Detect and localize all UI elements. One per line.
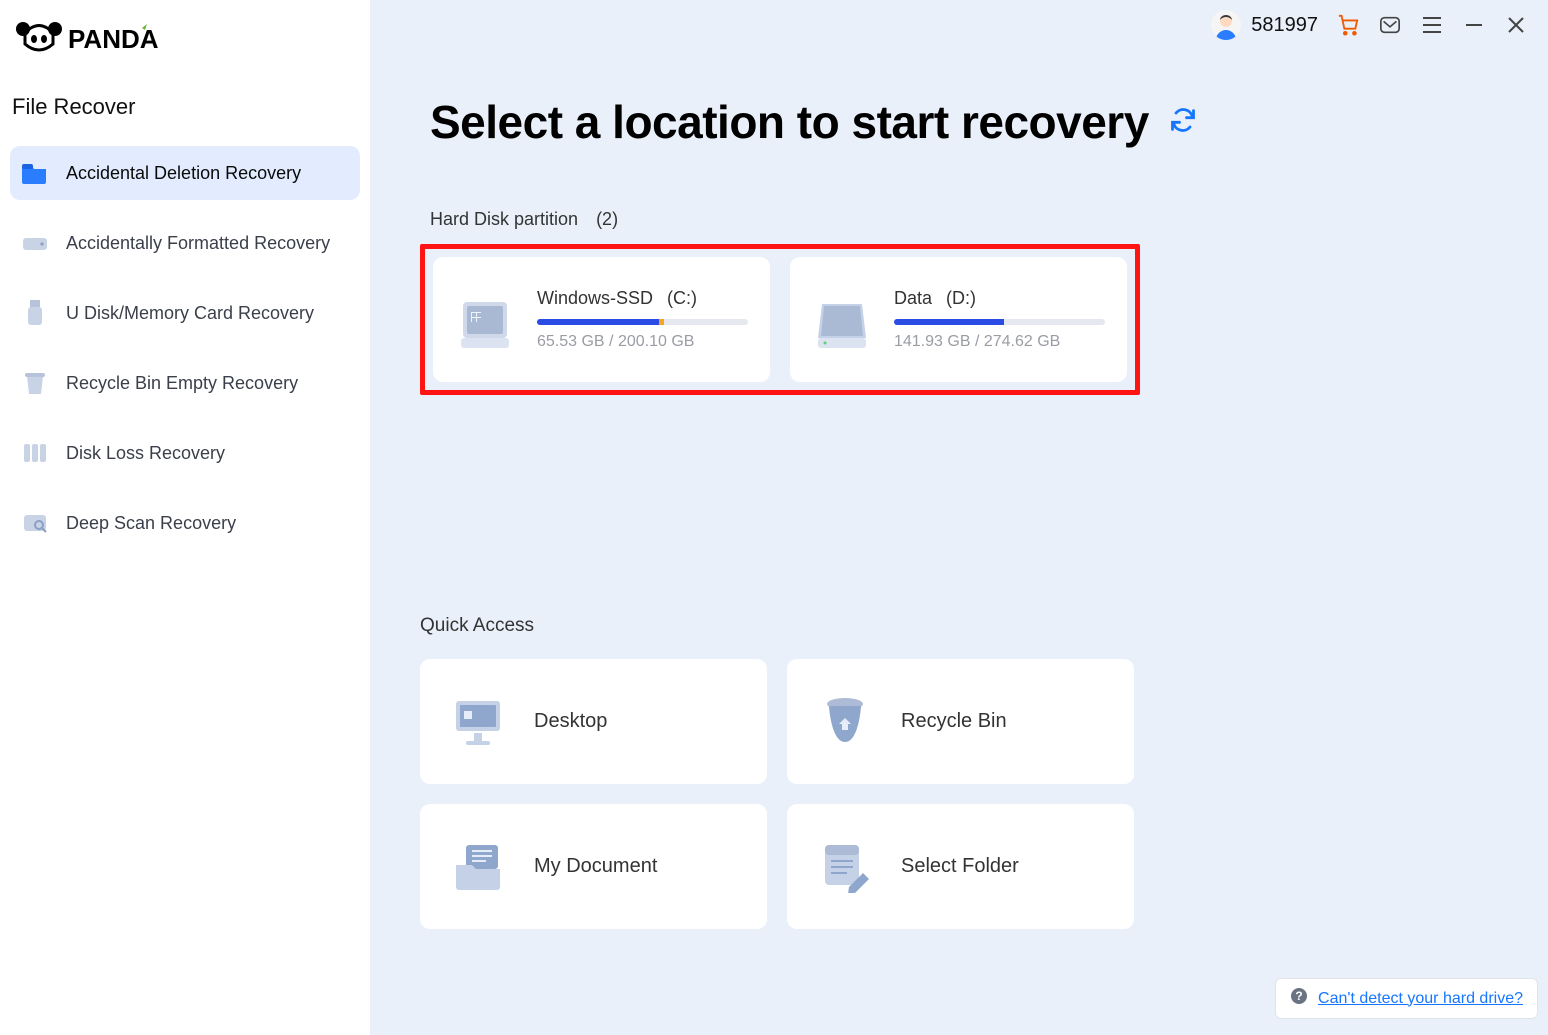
drive-icon: [22, 230, 48, 256]
partition-card-d[interactable]: Data (D:) 141.93 GB / 274.62 GB: [790, 257, 1127, 382]
partitions-count: (2): [596, 209, 618, 230]
partition-letter: (C:): [667, 288, 697, 309]
sidebar-item-recyclebin[interactable]: Recycle Bin Empty Recovery: [10, 356, 360, 410]
quick-label: Desktop: [534, 710, 607, 733]
partition-size: 141.93 GB / 274.62 GB: [894, 333, 1105, 351]
desktop-icon: [452, 696, 504, 748]
quick-access-grid: Desktop Recycle Bin My Document Select F…: [420, 659, 1498, 929]
svg-text:?: ?: [1295, 989, 1302, 1003]
quick-desktop[interactable]: Desktop: [420, 659, 767, 784]
help-pill[interactable]: ? Can't detect your hard drive?: [1275, 978, 1538, 1019]
menu-icon[interactable]: [1420, 13, 1444, 37]
partition-name: Windows-SSD: [537, 288, 653, 309]
scan-icon: [22, 510, 48, 536]
avatar-icon: [1211, 10, 1241, 40]
partition-letter: (D:): [946, 288, 976, 309]
sidebar-item-diskloss[interactable]: Disk Loss Recovery: [10, 426, 360, 480]
quick-mydocument[interactable]: My Document: [420, 804, 767, 929]
app-window: PANDA File Recover Accidental Deletion R…: [0, 0, 1548, 1035]
sidebar-item-label: Accidental Deletion Recovery: [66, 163, 348, 184]
sidebar: PANDA File Recover Accidental Deletion R…: [0, 0, 370, 1035]
help-icon: ?: [1290, 987, 1308, 1010]
sidebar-item-formatted[interactable]: Accidentally Formatted Recovery: [10, 216, 360, 270]
minimize-icon[interactable]: [1462, 13, 1486, 37]
quick-access-title: Quick Access: [420, 615, 1498, 637]
document-icon: [452, 841, 504, 893]
partition-info: Data (D:) 141.93 GB / 274.62 GB: [894, 288, 1105, 351]
quick-selectfolder[interactable]: Select Folder: [787, 804, 1134, 929]
sidebar-section-title: File Recover: [10, 86, 360, 138]
user-account[interactable]: 581997: [1211, 10, 1318, 40]
sidebar-item-label: Recycle Bin Empty Recovery: [66, 373, 348, 394]
disk-icon: [455, 290, 515, 350]
sidebar-item-label: Deep Scan Recovery: [66, 513, 348, 534]
refresh-icon[interactable]: [1169, 106, 1197, 139]
page-title-text: Select a location to start recovery: [430, 95, 1149, 149]
partition-size: 65.53 GB / 200.10 GB: [537, 333, 748, 351]
sidebar-item-label: U Disk/Memory Card Recovery: [66, 303, 348, 324]
quick-label: Recycle Bin: [901, 710, 1007, 733]
trash-icon: [22, 370, 48, 396]
partitions-title: Hard Disk partition: [430, 209, 578, 230]
partition-card-c[interactable]: Windows-SSD (C:) 65.53 GB / 200.10 GB: [433, 257, 770, 382]
main-content: 581997 Select a location to start recove…: [370, 0, 1548, 1035]
help-link[interactable]: Can't detect your hard drive?: [1318, 990, 1523, 1008]
sidebar-item-label: Accidentally Formatted Recovery: [66, 233, 348, 254]
usb-icon: [22, 300, 48, 326]
partition-name: Data: [894, 288, 932, 309]
disks-icon: [22, 440, 48, 466]
mail-icon[interactable]: [1378, 13, 1402, 37]
partition-info: Windows-SSD (C:) 65.53 GB / 200.10 GB: [537, 288, 748, 351]
folder-icon: [22, 160, 48, 186]
cart-icon[interactable]: [1336, 13, 1360, 37]
sidebar-item-udisk[interactable]: U Disk/Memory Card Recovery: [10, 286, 360, 340]
quick-recyclebin[interactable]: Recycle Bin: [787, 659, 1134, 784]
close-icon[interactable]: [1504, 13, 1528, 37]
disk-icon: [812, 290, 872, 350]
usage-bar: [894, 319, 1105, 325]
user-id: 581997: [1251, 14, 1318, 37]
sidebar-item-label: Disk Loss Recovery: [66, 443, 348, 464]
topbar: 581997: [1211, 10, 1528, 40]
selectfolder-icon: [819, 841, 871, 893]
quick-label: Select Folder: [901, 855, 1019, 878]
partitions-header: Hard Disk partition (2): [420, 209, 1498, 230]
brand-logo: PANDA: [10, 10, 360, 86]
quick-label: My Document: [534, 855, 657, 878]
recyclebin-icon: [819, 696, 871, 748]
sidebar-item-accidental-deletion[interactable]: Accidental Deletion Recovery: [10, 146, 360, 200]
partitions-highlight-box: Windows-SSD (C:) 65.53 GB / 200.10 GB: [420, 244, 1140, 395]
usage-bar: [537, 319, 748, 325]
sidebar-item-deepscan[interactable]: Deep Scan Recovery: [10, 496, 360, 550]
